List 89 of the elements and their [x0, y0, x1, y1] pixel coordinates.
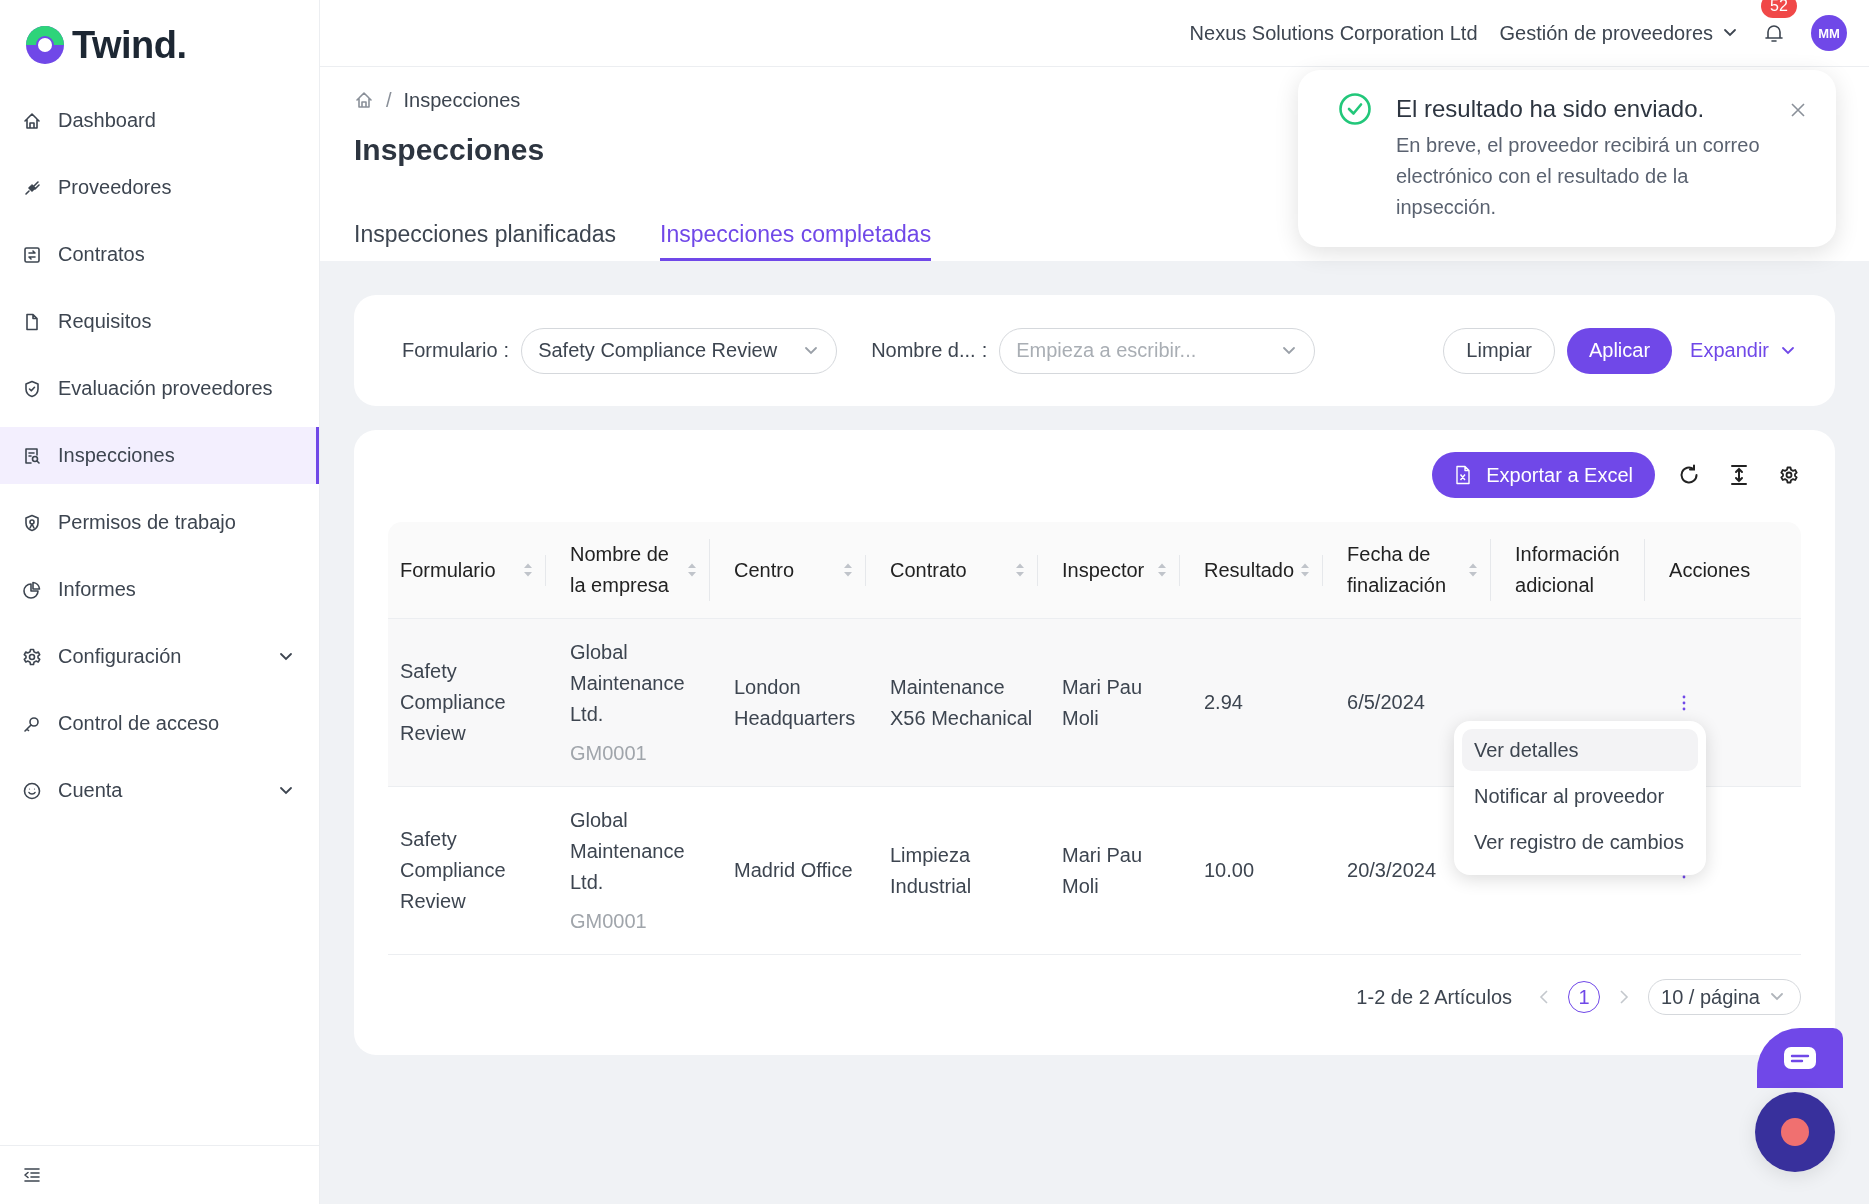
- sidebar-item[interactable]: Inspecciones: [0, 427, 319, 484]
- filter-colon: :: [981, 339, 988, 362]
- chevron-down-icon: [1781, 345, 1795, 356]
- table-cell-text: 2.94: [1204, 690, 1244, 715]
- apply-button[interactable]: Aplicar: [1566, 327, 1673, 374]
- table-cell-text: 20/3/2024: [1347, 858, 1438, 883]
- shield-check-icon: [22, 378, 42, 399]
- close-icon[interactable]: [1790, 102, 1806, 118]
- toast-message: En breve, el proveedor recibirá un correo electrónico con el resultado de la inpsección.: [1396, 133, 1761, 220]
- chevron-down-icon: [1770, 992, 1784, 1002]
- table-cell-text: 6/5/2024: [1347, 690, 1426, 715]
- expand-link[interactable]: Expandir: [1684, 339, 1801, 362]
- menu-item[interactable]: Ver registro de cambios: [1462, 821, 1698, 863]
- table-cell-text: Maintenance X56 Mechanical: [890, 674, 1034, 731]
- sort-icon[interactable]: [843, 562, 853, 578]
- breadcrumb-separator: /: [386, 88, 392, 112]
- sort-icon[interactable]: [1300, 562, 1311, 578]
- clear-button[interactable]: Limpiar: [1443, 327, 1555, 374]
- breadcrumb-item[interactable]: Inspecciones: [403, 88, 521, 112]
- chevron-right-icon[interactable]: [1618, 989, 1630, 1005]
- page-title: Inspecciones: [354, 133, 545, 167]
- module-selector[interactable]: Gestión de proveedores: [1499, 21, 1737, 45]
- chat-button[interactable]: [1757, 1028, 1843, 1088]
- table-cell-text: 10.00: [1204, 858, 1256, 883]
- more-icon[interactable]: [1681, 693, 1688, 712]
- column-header[interactable]: Formulario: [400, 554, 496, 586]
- company-name: Nexus Solutions Corporation Ltd: [1189, 21, 1478, 45]
- tab[interactable]: Inspecciones completadas: [660, 221, 932, 261]
- sidebar-item[interactable]: Informes: [0, 561, 319, 618]
- sidebar-item[interactable]: Contratos: [0, 226, 319, 283]
- filter-label: Formulario: [402, 339, 498, 362]
- success-check-icon: [1338, 92, 1372, 126]
- smiley-icon: [22, 780, 42, 801]
- sort-icon[interactable]: [1015, 562, 1025, 578]
- table-cell-text: Mari Pau Moli: [1062, 842, 1144, 899]
- bell-icon[interactable]: [1763, 22, 1785, 44]
- tab[interactable]: Inspecciones planificadas: [354, 221, 617, 261]
- table-cell-text: Limpieza Industrial: [890, 842, 973, 899]
- pie-chart-icon: [22, 579, 42, 600]
- sidebar-item[interactable]: Control de acceso: [0, 695, 319, 752]
- sort-icon[interactable]: [523, 562, 533, 578]
- column-header[interactable]: Centro: [734, 554, 795, 586]
- table-cell-text: Madrid Office: [734, 858, 854, 883]
- table-cell-text: Safety Compliance Review: [400, 659, 507, 746]
- pagination-summary: 1-2 de 2 Artículos: [1356, 985, 1512, 1009]
- company-name: Global Maintenance Ltd.: [570, 807, 686, 895]
- menu-item[interactable]: Notificar al proveedor: [1462, 775, 1698, 817]
- home-icon: [22, 110, 42, 131]
- sort-icon[interactable]: [1157, 562, 1167, 578]
- logo-mark-icon: [24, 24, 66, 66]
- column-header[interactable]: Acciones: [1669, 554, 1751, 586]
- record-dot-icon: [1781, 1118, 1809, 1146]
- company-code: GM0001: [570, 908, 648, 934]
- shield-icon: [22, 512, 42, 533]
- chat-bubble-icon: [1783, 1046, 1817, 1070]
- menu-item[interactable]: Ver detalles: [1462, 729, 1698, 771]
- column-header[interactable]: Contrato: [890, 554, 967, 586]
- home-icon[interactable]: [354, 90, 374, 110]
- sort-icon[interactable]: [1468, 562, 1479, 578]
- filter-label: Nombre d...: [871, 339, 976, 362]
- logo: Twind.: [0, 0, 319, 68]
- collapse-menu-icon[interactable]: [22, 1165, 42, 1185]
- sidebar-item[interactable]: Requisitos: [0, 293, 319, 350]
- sort-icon[interactable]: [687, 562, 697, 578]
- column-header[interactable]: Inspector: [1062, 554, 1145, 586]
- sidebar-item[interactable]: Evaluación proveedores: [0, 360, 319, 417]
- company-name: Global Maintenance Ltd.: [570, 639, 686, 727]
- chevron-down-icon: [1282, 345, 1297, 356]
- export-button[interactable]: Exportar a Excel: [1432, 452, 1655, 498]
- sidebar-item[interactable]: Permisos de trabajo: [0, 494, 319, 551]
- chevron-down-icon: [804, 345, 819, 356]
- chevron-left-icon[interactable]: [1538, 989, 1550, 1005]
- sidebar-item[interactable]: Dashboard: [0, 92, 319, 149]
- user-avatar[interactable]: MM: [1811, 15, 1847, 51]
- table-cell-text: Safety Compliance Review: [400, 827, 507, 914]
- table-cell-text: London Headquarters: [734, 674, 857, 731]
- notification-count: 52: [1761, 0, 1797, 18]
- sidebar-item[interactable]: Configuración: [0, 628, 319, 685]
- excel-file-icon: [1454, 465, 1473, 485]
- contract-icon: [22, 244, 42, 265]
- toast-title: El resultado ha sido enviado.: [1396, 94, 1706, 124]
- settings-icon: [22, 646, 42, 667]
- sidebar-item[interactable]: Cuenta: [0, 762, 319, 819]
- table-cell-text: Mari Pau Moli: [1062, 674, 1144, 731]
- filter-colon: :: [503, 339, 510, 362]
- chevron-down-icon: [1723, 28, 1737, 38]
- inspection-icon: [22, 445, 42, 466]
- sidebar-item[interactable]: Proveedores: [0, 159, 319, 216]
- company-code: GM0001: [570, 740, 648, 766]
